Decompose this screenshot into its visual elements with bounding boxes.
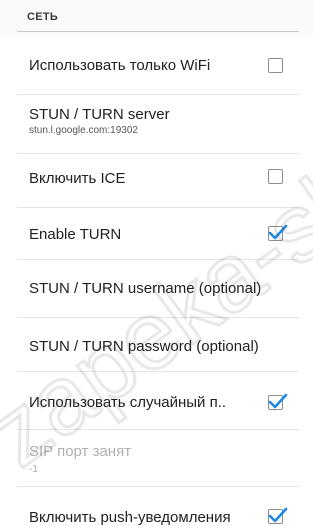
- pref-sip-port-busy: SIP порт занят -1: [0, 430, 313, 487]
- pref-label: STUN / TURN server: [29, 106, 170, 123]
- checkbox-wifi-only[interactable]: [268, 58, 283, 73]
- pref-random-port[interactable]: Использовать случайный п..: [0, 372, 313, 430]
- pref-label: Включить ICE: [29, 170, 126, 187]
- pref-label: Включить push-уведомления: [29, 509, 231, 526]
- pref-enable-ice[interactable]: Включить ICE: [0, 154, 313, 208]
- pref-stun-turn-username[interactable]: STUN / TURN username (optional): [0, 260, 313, 318]
- section-divider: [17, 31, 299, 32]
- checkbox-enable-turn[interactable]: [268, 224, 288, 241]
- pref-label: SIP порт занят: [29, 443, 132, 460]
- section-title: СЕТЬ: [27, 11, 59, 23]
- pref-summary: -1: [29, 464, 38, 475]
- checkbox-enable-ice[interactable]: [268, 169, 283, 184]
- pref-push-notifications[interactable]: Включить push-уведомления: [0, 487, 313, 526]
- pref-stun-turn-password[interactable]: STUN / TURN password (optional): [0, 318, 313, 372]
- pref-label: Enable TURN: [29, 226, 122, 243]
- pref-label: STUN / TURN password (optional): [29, 338, 259, 355]
- checkbox-random-port[interactable]: [268, 393, 288, 410]
- pref-label: STUN / TURN username (optional): [29, 280, 262, 297]
- checkmark-icon: [268, 224, 288, 240]
- pref-stun-turn-server[interactable]: STUN / TURN server stun.l.google.com:193…: [0, 95, 313, 154]
- pref-label: Использовать случайный п..: [29, 394, 227, 411]
- pref-summary: stun.l.google.com:19302: [29, 125, 138, 136]
- section-header: СЕТЬ: [0, 0, 313, 38]
- pref-label: Использовать только WiFi: [29, 57, 211, 74]
- pref-enable-turn[interactable]: Enable TURN: [0, 208, 313, 260]
- checkmark-icon: [268, 507, 288, 523]
- pref-wifi-only[interactable]: Использовать только WiFi: [0, 38, 313, 95]
- checkbox-push-notifications[interactable]: [268, 507, 288, 524]
- checkmark-icon: [268, 393, 288, 409]
